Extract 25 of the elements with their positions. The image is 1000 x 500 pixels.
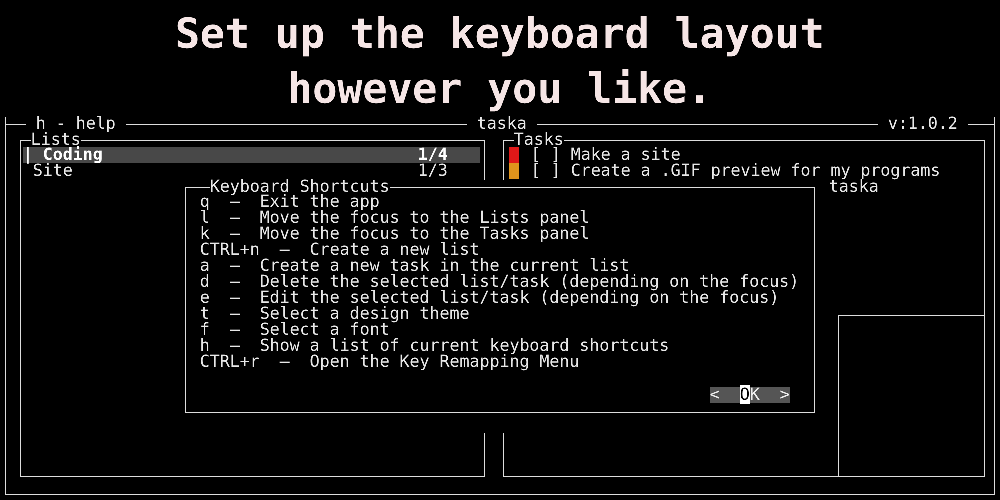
app-title: taska bbox=[477, 117, 527, 131]
ok-button[interactable]: < OK > bbox=[710, 387, 790, 403]
dialog-title: Keyboard Shortcuts bbox=[210, 180, 390, 194]
panel-title: Lists bbox=[31, 133, 81, 147]
list-item[interactable]: Site 1/3 bbox=[23, 163, 480, 179]
shortcut-text: l — Move the focus to the Lists panel bbox=[200, 210, 591, 226]
list-item[interactable]: | Coding 1/4 bbox=[23, 147, 480, 163]
headline-text: however you like. bbox=[288, 63, 712, 115]
task-item[interactable]: [ ] Create a .GIF preview for my programs bbox=[531, 163, 941, 179]
shortcut-text: a — Create a new task in the current list bbox=[200, 258, 630, 274]
shortcut-text: q — Exit the app bbox=[200, 194, 380, 210]
shortcut-text: k — Move the focus to the Tasks panel bbox=[200, 226, 591, 242]
version-label: v:1.0.2 bbox=[888, 117, 958, 131]
help-hint: h - help bbox=[36, 117, 116, 131]
panel-title: Tasks bbox=[514, 133, 564, 147]
shortcut-text: d — Delete the selected list/task (depending on the focus) bbox=[200, 274, 800, 290]
task-item[interactable]: [ ] Make a site bbox=[531, 147, 681, 163]
shortcut-text: e — Edit the selected list/task (depending on the focus) bbox=[200, 290, 780, 306]
shortcut-text: CTRL+r — Open the Key Remapping Menu bbox=[200, 354, 581, 370]
task-detail-title: taska bbox=[829, 179, 879, 195]
shortcut-text: CTRL+n — Create a new list bbox=[200, 242, 480, 258]
shortcut-text: h — Show a list of current keyboard shortcuts bbox=[200, 338, 671, 354]
shortcut-text: f — Select a font bbox=[200, 322, 390, 338]
shortcut-text: t — Select a design theme bbox=[200, 306, 470, 322]
headline-text: Set up the keyboard layout bbox=[175, 8, 825, 60]
